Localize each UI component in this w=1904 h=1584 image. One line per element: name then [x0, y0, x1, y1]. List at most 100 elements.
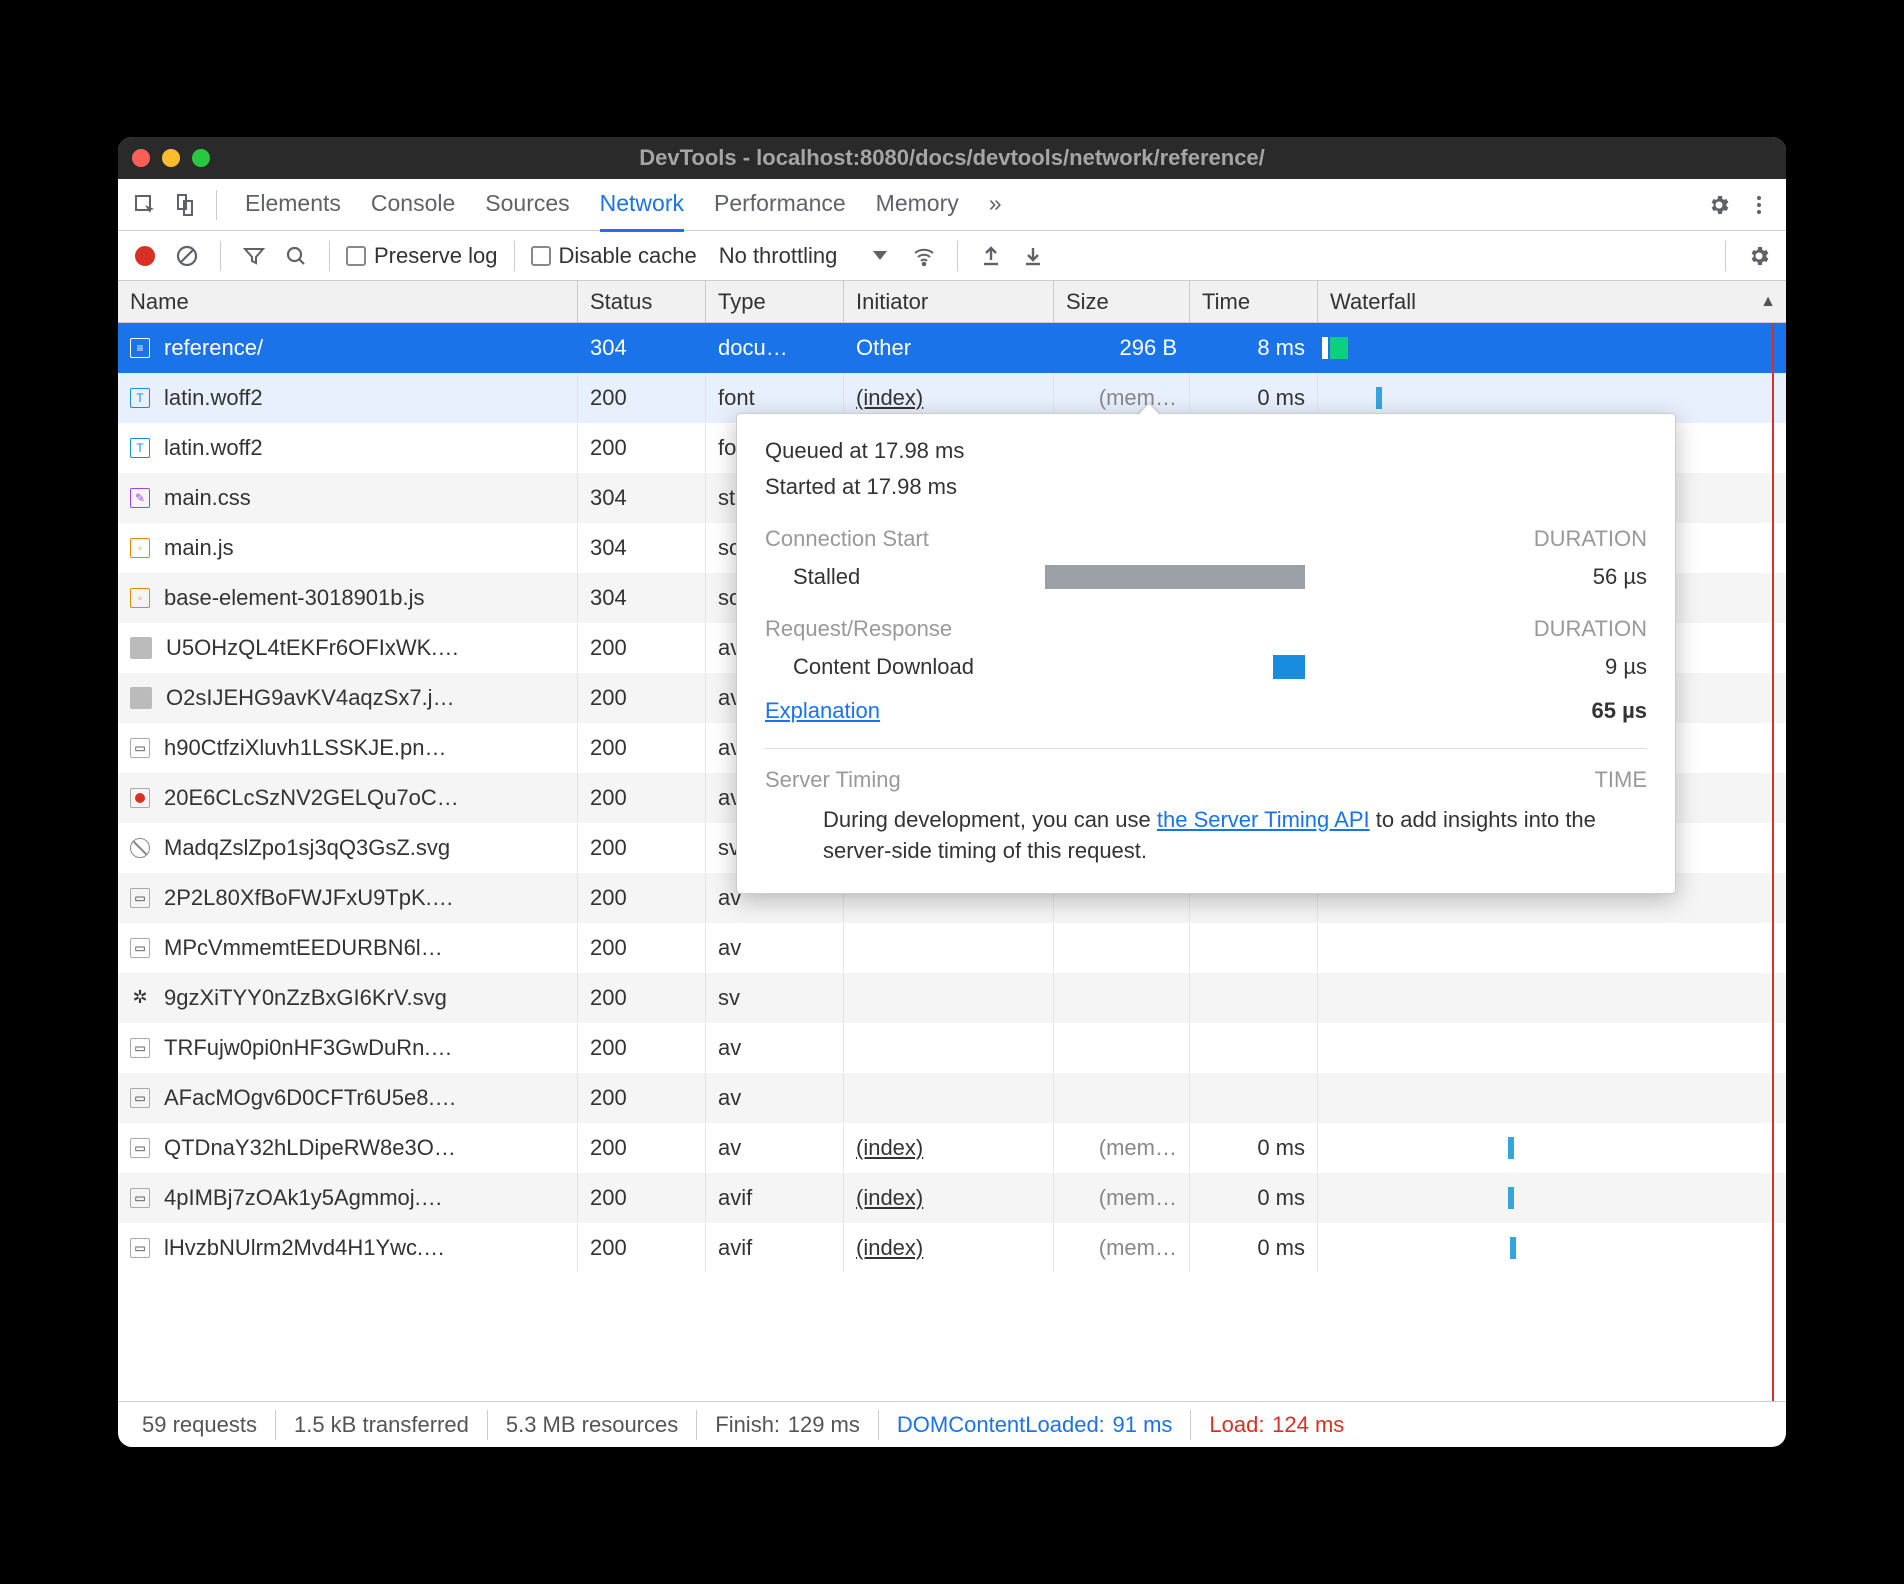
table-row[interactable]: ≡reference/304docu…Other296 B8 ms: [118, 323, 1786, 373]
devtools-window: DevTools - localhost:8080/docs/devtools/…: [118, 137, 1786, 1447]
duration-label: DURATION: [1534, 526, 1647, 552]
search-icon[interactable]: [279, 239, 313, 273]
content-download-label: Content Download: [765, 654, 1045, 680]
checkbox-icon: [346, 246, 366, 266]
request-size: [1054, 973, 1190, 1022]
upload-har-icon[interactable]: [974, 239, 1008, 273]
network-toolbar: Preserve log Disable cache No throttling: [118, 231, 1786, 281]
table-row[interactable]: ▭TRFujw0pi0nHF3GwDuRn.…200av: [118, 1023, 1786, 1073]
download-har-icon[interactable]: [1016, 239, 1050, 273]
inspect-icon[interactable]: [128, 188, 162, 222]
request-name: latin.woff2: [164, 435, 263, 461]
request-initiator: (index): [844, 1173, 1054, 1222]
timing-tooltip: Queued at 17.98 ms Started at 17.98 ms C…: [736, 413, 1676, 894]
divider: [220, 241, 221, 271]
request-size: (mem…: [1054, 1123, 1190, 1172]
table-row[interactable]: ▭lHvzbNUlrm2Mvd4H1Ywc.…200avif(index)(me…: [118, 1223, 1786, 1273]
content-download-value: 9 µs: [1557, 654, 1647, 680]
column-initiator[interactable]: Initiator: [844, 281, 1054, 322]
column-name[interactable]: Name: [118, 281, 578, 322]
divider: [514, 241, 515, 271]
request-size: (mem…: [1054, 1173, 1190, 1222]
tab-sources[interactable]: Sources: [485, 178, 569, 232]
table-row[interactable]: ▭QTDnaY32hLDipeRW8e3O…200av(index)(mem…0…: [118, 1123, 1786, 1173]
request-waterfall: [1318, 323, 1786, 372]
throttling-value: No throttling: [719, 243, 838, 269]
table-row[interactable]: ▭4pIMBj7zOAk1y5Agmmoj.…200avif(index)(me…: [118, 1173, 1786, 1223]
record-button[interactable]: [128, 239, 162, 273]
table-row[interactable]: ▭MPcVmmemtEEDURBN6l…200av: [118, 923, 1786, 973]
preserve-log-label: Preserve log: [374, 243, 498, 269]
request-size: 296 B: [1054, 323, 1190, 372]
request-initiator: [844, 1073, 1054, 1122]
request-initiator: Other: [844, 323, 1054, 372]
request-time: [1190, 1023, 1318, 1072]
request-time: 0 ms: [1190, 1223, 1318, 1272]
request-status: 200: [578, 423, 706, 472]
column-time[interactable]: Time: [1190, 281, 1318, 322]
throttling-select[interactable]: No throttling: [719, 243, 888, 269]
titlebar: DevTools - localhost:8080/docs/devtools/…: [118, 137, 1786, 179]
request-name: U5OHzQL4tEKFr6OFIxWK.…: [166, 635, 459, 661]
clear-icon[interactable]: [170, 239, 204, 273]
server-timing-hint: During development, you can use the Serv…: [765, 805, 1647, 867]
kebab-menu-icon[interactable]: [1742, 188, 1776, 222]
status-resources: 5.3 MB resources: [488, 1410, 697, 1440]
request-waterfall: [1318, 1223, 1786, 1272]
settings-icon[interactable]: [1702, 188, 1736, 222]
initiator-link[interactable]: (index): [856, 1185, 923, 1211]
request-time: [1190, 1073, 1318, 1122]
request-name: MPcVmmemtEEDURBN6l…: [164, 935, 443, 961]
server-timing-api-link[interactable]: the Server Timing API: [1157, 807, 1370, 832]
request-type: av: [706, 1123, 844, 1172]
request-name: 20E6CLcSzNV2GELQu7oC…: [164, 785, 459, 811]
table-row[interactable]: ✲9gzXiTYY0nZzBxGI6KrV.svg200sv: [118, 973, 1786, 1023]
request-status: 200: [578, 1023, 706, 1072]
column-type[interactable]: Type: [706, 281, 844, 322]
preserve-log-checkbox[interactable]: Preserve log: [346, 243, 498, 269]
divider: [1725, 241, 1726, 271]
request-type: docu…: [706, 323, 844, 372]
request-time: [1190, 973, 1318, 1022]
request-name: MadqZslZpo1sj3qQ3GsZ.svg: [164, 835, 450, 861]
minimize-window-button[interactable]: [162, 149, 180, 167]
column-status[interactable]: Status: [578, 281, 706, 322]
more-tabs-button[interactable]: »: [989, 178, 1002, 232]
sort-asc-icon: ▲: [1760, 293, 1776, 311]
initiator-link[interactable]: (index): [856, 1135, 923, 1161]
tab-memory[interactable]: Memory: [876, 178, 959, 232]
maximize-window-button[interactable]: [192, 149, 210, 167]
tab-console[interactable]: Console: [371, 178, 455, 232]
network-conditions-icon[interactable]: [907, 239, 941, 273]
divider: [216, 190, 217, 220]
request-name: main.js: [164, 535, 234, 561]
request-status: 304: [578, 473, 706, 522]
table-row[interactable]: ▭AFacMOgv6D0CFTr6U5e8.…200av: [118, 1073, 1786, 1123]
status-load: Load:124 ms: [1191, 1410, 1362, 1440]
status-bar: 59 requests 1.5 kB transferred 5.3 MB re…: [118, 1401, 1786, 1447]
tab-network[interactable]: Network: [600, 178, 684, 232]
close-window-button[interactable]: [132, 149, 150, 167]
explanation-link[interactable]: Explanation: [765, 698, 880, 724]
request-status: 200: [578, 773, 706, 822]
filter-icon[interactable]: [237, 239, 271, 273]
window-title: DevTools - localhost:8080/docs/devtools/…: [639, 145, 1265, 171]
column-waterfall[interactable]: Waterfall ▲: [1318, 281, 1786, 322]
network-settings-icon[interactable]: [1742, 239, 1776, 273]
tab-elements[interactable]: Elements: [245, 178, 341, 232]
request-status: 200: [578, 1223, 706, 1272]
request-size: [1054, 923, 1190, 972]
disable-cache-checkbox[interactable]: Disable cache: [531, 243, 697, 269]
disable-cache-label: Disable cache: [559, 243, 697, 269]
column-size[interactable]: Size: [1054, 281, 1190, 322]
initiator-link[interactable]: (index): [856, 385, 923, 411]
request-name: latin.woff2: [164, 385, 263, 411]
request-status: 200: [578, 623, 706, 672]
initiator-link[interactable]: (index): [856, 1235, 923, 1261]
checkbox-icon: [531, 246, 551, 266]
request-time: 0 ms: [1190, 1173, 1318, 1222]
request-type: av: [706, 1073, 844, 1122]
device-toggle-icon[interactable]: [168, 188, 202, 222]
queued-text: Queued at 17.98 ms: [765, 438, 1647, 464]
tab-performance[interactable]: Performance: [714, 178, 846, 232]
